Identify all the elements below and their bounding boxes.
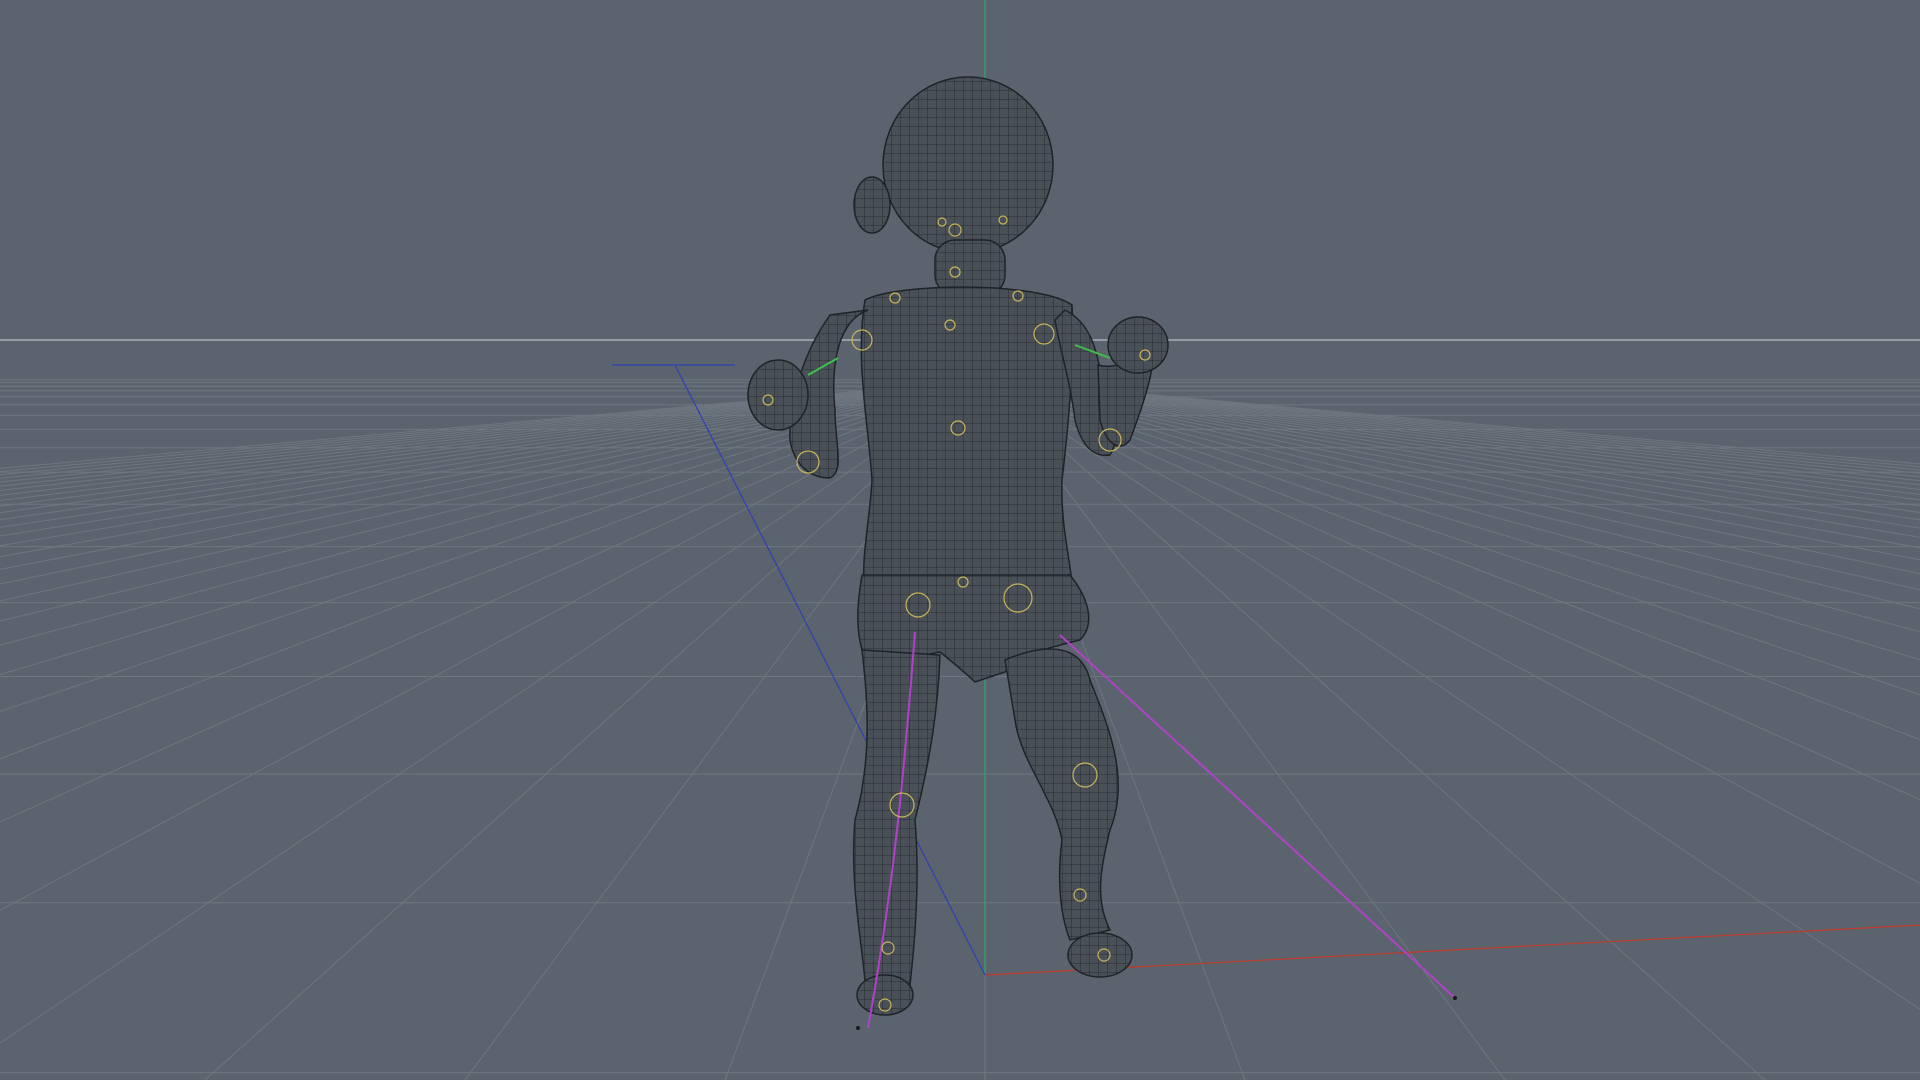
ik-end-left-leg[interactable] xyxy=(1453,996,1457,1000)
character-right-foot[interactable] xyxy=(856,974,914,1016)
ik-end-right-leg[interactable] xyxy=(856,1026,860,1030)
character-right-hand[interactable] xyxy=(747,359,809,431)
character-left-hand[interactable] xyxy=(1107,316,1169,374)
character-left-ear[interactable] xyxy=(853,176,891,234)
viewport-canvas[interactable] xyxy=(0,0,1920,1080)
character-torso[interactable] xyxy=(860,286,1074,606)
3d-viewport[interactable] xyxy=(0,0,1920,1080)
character-left-foot[interactable] xyxy=(1067,932,1133,978)
character-head[interactable] xyxy=(882,76,1054,254)
